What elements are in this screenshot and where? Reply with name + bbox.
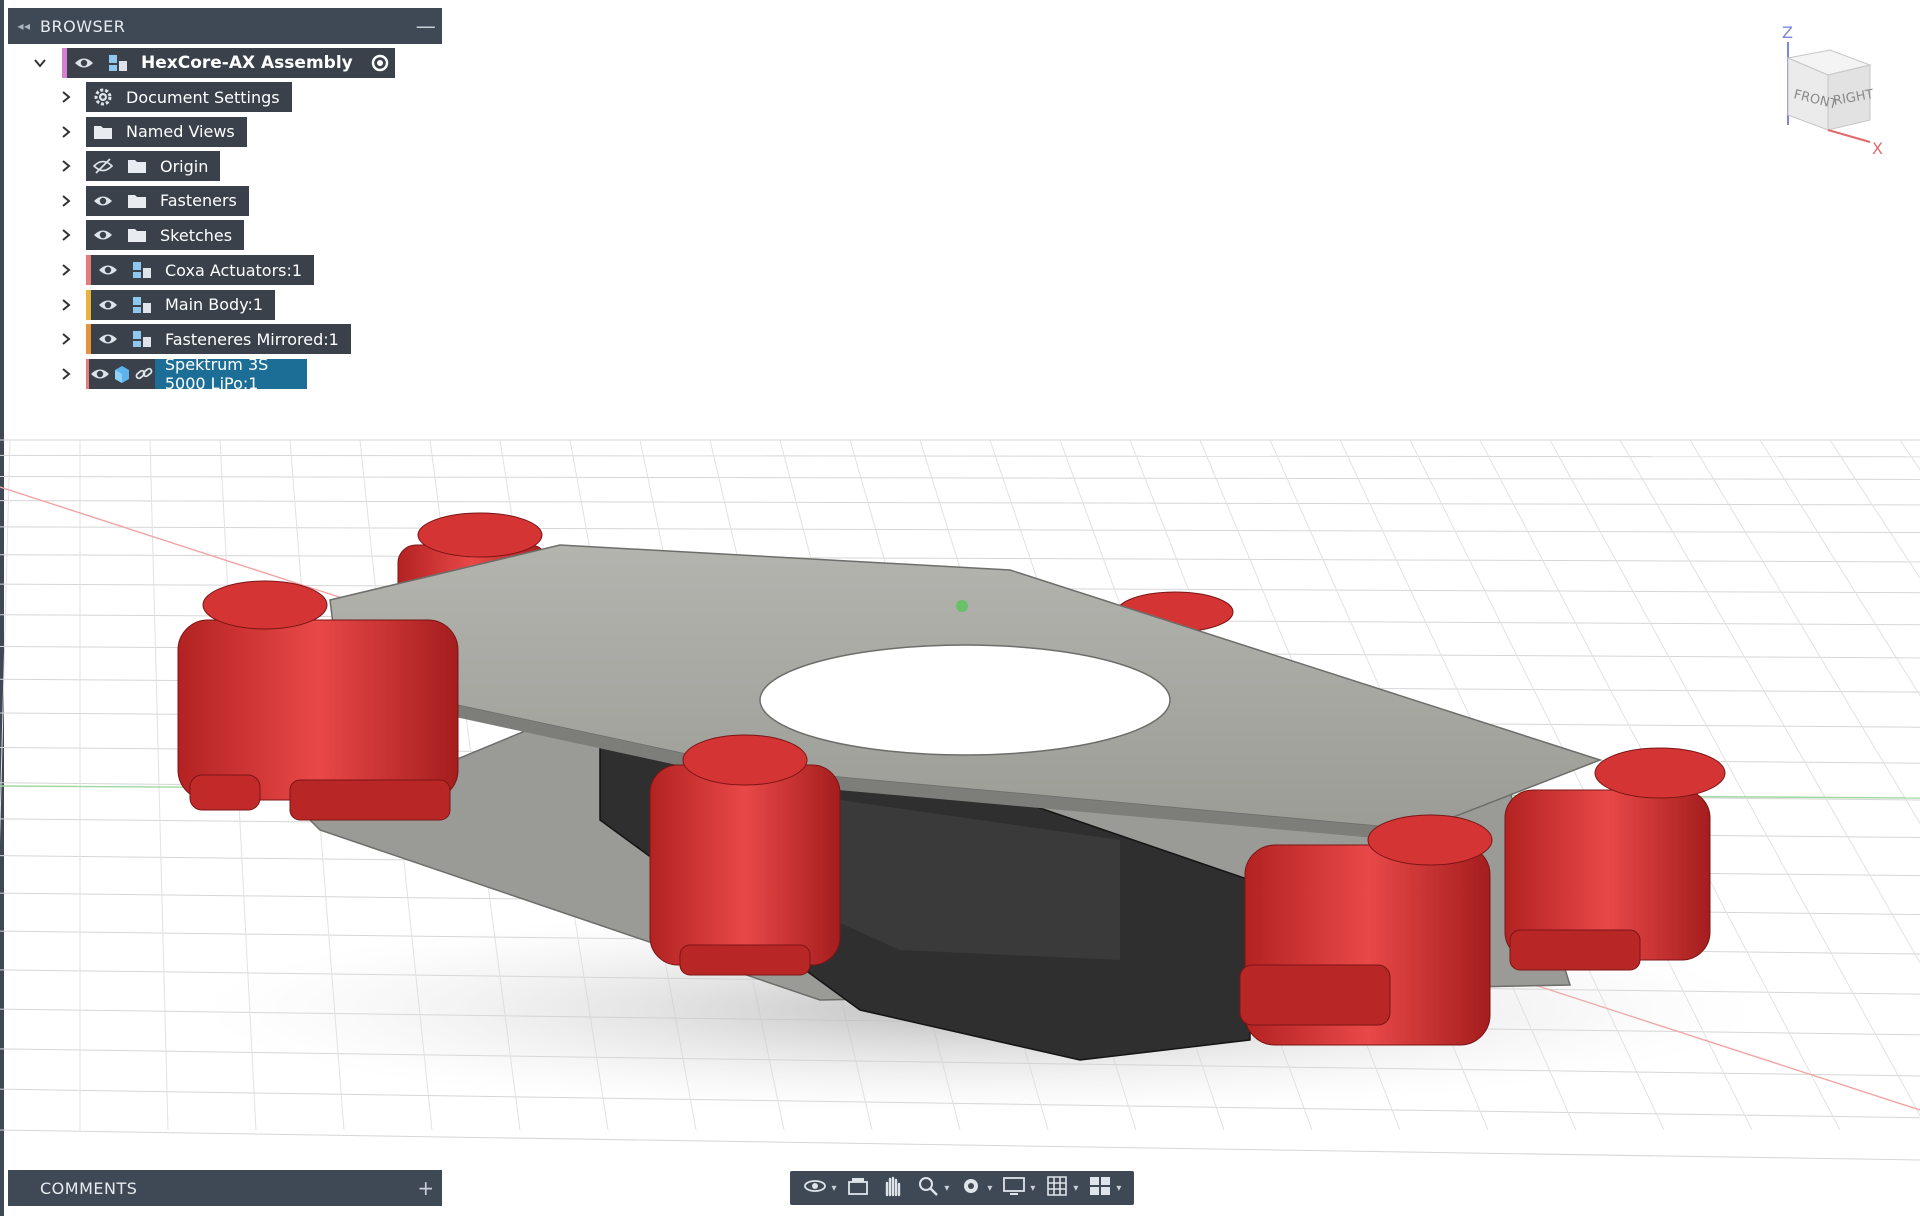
root-label: HexCore-AX Assembly [141, 53, 353, 73]
eye-icon[interactable] [67, 48, 101, 78]
axis-x-label: X [1872, 139, 1883, 158]
collapse-panel-button[interactable]: ◂◂ [8, 19, 40, 33]
browser-title: BROWSER [40, 16, 126, 36]
component-icon [125, 255, 159, 285]
look-at-button[interactable] [845, 1173, 871, 1203]
display-button[interactable]: ▾ [1001, 1173, 1035, 1203]
root-component[interactable]: HexCore-AX Assembly [62, 48, 395, 78]
grid-button[interactable]: ▾ [1044, 1173, 1078, 1203]
eye-hidden-icon[interactable] [86, 151, 120, 181]
tree-item-pill[interactable]: Named Views [86, 116, 247, 147]
chevron-right-icon[interactable] [56, 151, 76, 181]
navigation-toolbar: ▾ ▾ ▾ ▾ ▾ ▾ [790, 1171, 1134, 1205]
tree-item-label: Origin [160, 156, 209, 176]
folder-icon [120, 151, 154, 181]
tree-item-pill[interactable]: Coxa Actuators:1 [86, 255, 315, 285]
servo-front-center [649, 734, 841, 976]
origin-point [956, 600, 968, 612]
tree-item-label: Fasteneres Mirrored:1 [165, 329, 339, 349]
zoom-button[interactable]: ▾ [915, 1173, 949, 1203]
tree-item-label: Main Body:1 [165, 295, 264, 315]
view-cube[interactable]: Z FRONT RIGHT X [1760, 20, 1900, 160]
viewports-icon [1087, 1173, 1113, 1203]
eye-icon[interactable] [91, 255, 125, 285]
chevron-right-icon[interactable] [56, 324, 76, 354]
center-cutout [759, 644, 1171, 756]
fit-icon [958, 1173, 984, 1203]
orbit-icon [802, 1173, 828, 1203]
viewports-button[interactable]: ▾ [1087, 1173, 1121, 1203]
dropdown-caret-icon[interactable]: ▾ [987, 1183, 992, 1194]
pan-icon [880, 1173, 906, 1203]
chevron-right-icon[interactable] [56, 82, 76, 112]
folder-icon [120, 220, 154, 250]
eye-icon[interactable] [91, 290, 125, 320]
tree-item-pill[interactable]: Sketches [86, 220, 245, 251]
servo-front-right [1239, 814, 1493, 1046]
chevron-right-icon[interactable] [56, 117, 76, 147]
dropdown-caret-icon[interactable]: ▾ [831, 1183, 836, 1194]
tree-item-pill[interactable]: Main Body:1 [86, 289, 276, 320]
tree-item-label: Fasteners [160, 191, 237, 211]
chevron-right-icon[interactable] [56, 290, 76, 320]
body-icon [111, 359, 133, 389]
3d-viewport[interactable] [0, 0, 1920, 1216]
tree-item-label: Sketches [160, 225, 233, 245]
add-comment-button[interactable]: + [410, 1176, 442, 1200]
fit-button[interactable]: ▾ [958, 1173, 992, 1203]
minimize-browser-button[interactable]: — [410, 14, 442, 38]
dropdown-caret-icon[interactable]: ▾ [944, 1183, 949, 1194]
tree-item-pill[interactable]: Fasteneres Mirrored:1 [86, 324, 351, 355]
tree-item-pill[interactable]: Spektrum 3S 5000 LiPo:1 [86, 355, 307, 393]
link-icon [133, 359, 155, 389]
chevron-down-icon[interactable] [30, 48, 50, 78]
x-axis-indicator [1827, 129, 1871, 143]
folder-icon [120, 186, 154, 216]
zoom-icon [915, 1173, 941, 1203]
tree-item-label: Spektrum 3S 5000 LiPo:1 [154, 355, 307, 393]
dropdown-caret-icon[interactable]: ▾ [1116, 1183, 1121, 1194]
tree-item-label: Coxa Actuators:1 [165, 260, 303, 280]
dropdown-caret-icon[interactable]: ▾ [1073, 1183, 1078, 1194]
folder-icon [86, 117, 120, 147]
tree-item-label: Named Views [126, 122, 235, 142]
pan-button[interactable] [880, 1173, 906, 1203]
orbit-button[interactable]: ▾ [802, 1173, 837, 1203]
activate-radio-icon[interactable] [365, 54, 395, 72]
component-icon [125, 290, 159, 320]
comments-panel-header: COMMENTS + [8, 1170, 442, 1206]
eye-icon[interactable] [86, 220, 120, 250]
eye-icon[interactable] [86, 186, 120, 216]
tree-item-pill[interactable]: Fasteners [86, 185, 249, 216]
browser-panel-header: ◂◂ BROWSER — [8, 8, 442, 44]
dropdown-caret-icon[interactable]: ▾ [1030, 1183, 1035, 1194]
comments-title: COMMENTS [40, 1178, 138, 1198]
axis-z-label: Z [1782, 23, 1793, 42]
chevron-right-icon[interactable] [56, 186, 76, 216]
gear-icon [86, 82, 120, 112]
eye-icon[interactable] [89, 359, 111, 389]
grid-icon [1044, 1173, 1070, 1203]
assembly-icon [101, 48, 135, 78]
look-at-icon [845, 1173, 871, 1203]
tree-item-pill[interactable]: Document Settings [86, 82, 292, 112]
eye-icon[interactable] [91, 324, 125, 354]
chevron-right-icon[interactable] [56, 359, 76, 389]
component-icon [125, 324, 159, 354]
chevron-right-icon[interactable] [56, 220, 76, 250]
chevron-right-icon[interactable] [56, 255, 76, 285]
display-icon [1001, 1173, 1027, 1203]
tree-item-pill[interactable]: Origin [86, 151, 221, 182]
tree-item-label: Document Settings [126, 87, 280, 107]
